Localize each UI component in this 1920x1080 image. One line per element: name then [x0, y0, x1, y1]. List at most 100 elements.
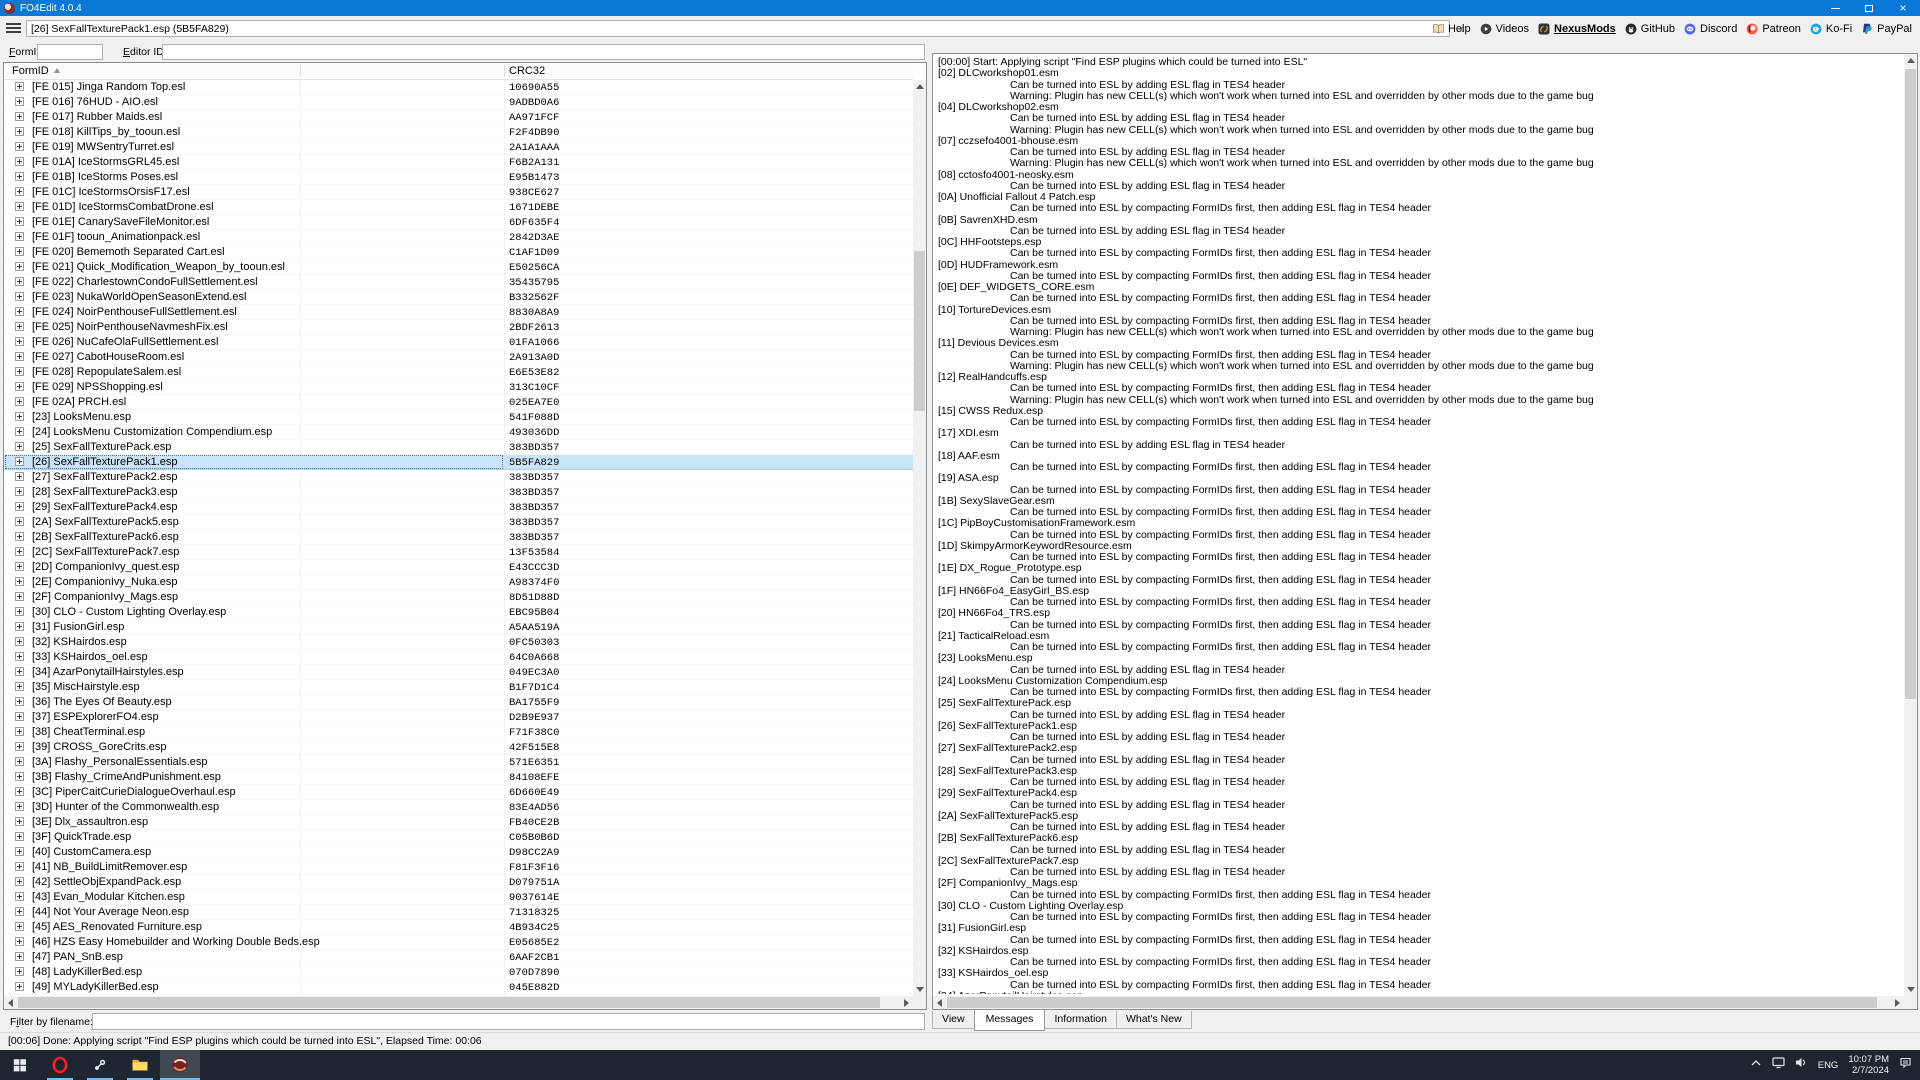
taskbar-app-fo4edit[interactable] [160, 1050, 200, 1080]
expand-plus-icon[interactable] [15, 682, 24, 691]
tab-view[interactable]: View [932, 1011, 975, 1029]
link-paypal[interactable]: PayPal [1861, 23, 1912, 36]
expand-plus-icon[interactable] [15, 382, 24, 391]
tree-row[interactable]: [FE 029] NPSShopping.esl313C10CF [4, 380, 915, 395]
tree-row[interactable]: [40] CustomCamera.espD98CC2A9 [4, 845, 915, 860]
tree-row[interactable]: [FE 026] NuCafeOlaFullSettlement.esl01FA… [4, 335, 915, 350]
expand-plus-icon[interactable] [15, 952, 24, 961]
expand-plus-icon[interactable] [15, 142, 24, 151]
tree-row[interactable]: [34] AzarPonytailHairstyles.esp049EC3A0 [4, 665, 915, 680]
tree-row[interactable]: [2D] CompanionIvy_quest.espE43CCC3D [4, 560, 915, 575]
expand-plus-icon[interactable] [15, 352, 24, 361]
expand-plus-icon[interactable] [15, 847, 24, 856]
scrollbar-thumb[interactable] [947, 997, 1877, 1008]
tree-row[interactable]: [FE 019] MWSentryTurret.esl2A1A1AAA [4, 140, 915, 155]
display-tray-button[interactable] [1772, 1056, 1785, 1074]
tree-row[interactable]: [FE 01C] IceStormsOrsisF17.esl938CE627 [4, 185, 915, 200]
expand-plus-icon[interactable] [15, 472, 24, 481]
expand-plus-icon[interactable] [15, 442, 24, 451]
expand-plus-icon[interactable] [15, 742, 24, 751]
expand-plus-icon[interactable] [15, 712, 24, 721]
scrollbar-thumb[interactable] [18, 997, 880, 1008]
tree-row[interactable]: [24] LooksMenu Customization Compendium.… [4, 425, 915, 440]
expand-plus-icon[interactable] [15, 262, 24, 271]
expand-plus-icon[interactable] [15, 112, 24, 121]
expand-plus-icon[interactable] [15, 157, 24, 166]
tree-row[interactable]: [33] KSHairdos_oel.esp64C0A668 [4, 650, 915, 665]
tree-row[interactable]: [39] CROSS_GoreCrits.esp42F515E8 [4, 740, 915, 755]
tree-row[interactable]: [2A] SexFallTexturePack5.esp383BD357 [4, 515, 915, 530]
tree-row[interactable]: [41] NB_BuildLimitRemover.espF81F3F16 [4, 860, 915, 875]
tree-row[interactable]: [3E] Dlx_assaultron.espFB40CE2B [4, 815, 915, 830]
language-indicator[interactable]: ENG [1818, 1060, 1839, 1071]
tree-row[interactable]: [25] SexFallTexturePack.esp383BD357 [4, 440, 915, 455]
tree-row[interactable]: [49] MYLadyKillerBed.esp045E882D [4, 980, 915, 995]
notification-center-button[interactable] [1899, 1056, 1912, 1074]
tree-row[interactable]: [FE 02A] PRCH.esl025EA7E0 [4, 395, 915, 410]
expand-plus-icon[interactable] [15, 727, 24, 736]
tree-row-selected[interactable]: [26] SexFallTexturePack1.esp5B5FA829 [4, 455, 915, 470]
expand-plus-icon[interactable] [15, 172, 24, 181]
tree-row[interactable]: [FE 024] NoirPenthouseFullSettlement.esl… [4, 305, 915, 320]
tree-row[interactable]: [FE 027] CabotHouseRoom.esl2A913A0D [4, 350, 915, 365]
expand-plus-icon[interactable] [15, 367, 24, 376]
tree-row[interactable]: [FE 016] 76HUD - AIO.esl9ADBD0A6 [4, 95, 915, 110]
tree-row[interactable]: [3F] QuickTrade.espC05B0B6D [4, 830, 915, 845]
tree-horizontal-scrollbar[interactable] [4, 996, 913, 1009]
expand-plus-icon[interactable] [15, 547, 24, 556]
formid-input[interactable] [37, 44, 103, 60]
tree-row[interactable]: [FE 01B] IceStorms Poses.eslE95B1473 [4, 170, 915, 185]
scroll-down-button[interactable] [1904, 983, 1917, 996]
tab-messages[interactable]: Messages [974, 1010, 1046, 1031]
link-patreon[interactable]: Patreon [1746, 23, 1801, 36]
tree-row[interactable]: [FE 022] CharlestownCondoFullSettlement.… [4, 275, 915, 290]
expand-plus-icon[interactable] [15, 247, 24, 256]
tree-row[interactable]: [3B] Flashy_CrimeAndPunishment.esp84108E… [4, 770, 915, 785]
tree-row[interactable]: [42] SettleObjExpandPack.espD079751A [4, 875, 915, 890]
expand-plus-icon[interactable] [15, 922, 24, 931]
tree-row[interactable]: [FE 01D] IceStormsCombatDrone.esl1671DEB… [4, 200, 915, 215]
tree-row[interactable]: [37] ESPExplorerFO4.espD2B9E937 [4, 710, 915, 725]
tree-row[interactable]: [2F] CompanionIvy_Mags.esp8D51D88D [4, 590, 915, 605]
expand-plus-icon[interactable] [15, 397, 24, 406]
expand-plus-icon[interactable] [15, 532, 24, 541]
scrollbar-thumb[interactable] [1905, 69, 1916, 699]
record-path-input[interactable] [26, 20, 1450, 37]
tree-row[interactable]: [FE 021] Quick_Modification_Weapon_by_to… [4, 260, 915, 275]
expand-plus-icon[interactable] [15, 202, 24, 211]
expand-plus-icon[interactable] [15, 277, 24, 286]
tree-row[interactable]: [FE 015] Jinga Random Top.esl10690A55 [4, 80, 915, 95]
expand-plus-icon[interactable] [15, 937, 24, 946]
expand-plus-icon[interactable] [15, 832, 24, 841]
expand-plus-icon[interactable] [15, 517, 24, 526]
column-header-crc32[interactable]: CRC32 [509, 65, 545, 77]
expand-plus-icon[interactable] [15, 127, 24, 136]
tree-row[interactable]: [32] KSHairdos.esp0FC50303 [4, 635, 915, 650]
tree-row[interactable]: [28] SexFallTexturePack3.esp383BD357 [4, 485, 915, 500]
tree-row[interactable]: [36] The Eyes Of Beauty.espBA1755F9 [4, 695, 915, 710]
link-videos[interactable]: Videos [1480, 23, 1529, 36]
expand-plus-icon[interactable] [15, 862, 24, 871]
tree-row[interactable]: [35] MiscHairstyle.espB1F7D1C4 [4, 680, 915, 695]
expand-plus-icon[interactable] [15, 892, 24, 901]
expand-plus-icon[interactable] [15, 292, 24, 301]
filter-input[interactable] [92, 1013, 925, 1030]
scroll-up-button[interactable] [1904, 54, 1917, 67]
expand-plus-icon[interactable] [15, 592, 24, 601]
expand-plus-icon[interactable] [15, 82, 24, 91]
expand-plus-icon[interactable] [15, 652, 24, 661]
tree-row[interactable]: [30] CLO - Custom Lighting Overlay.espEB… [4, 605, 915, 620]
tree-row[interactable]: [FE 023] NukaWorldOpenSeasonExtend.eslB3… [4, 290, 915, 305]
tree-row[interactable]: [3C] PiperCaitCurieDialogueOverhaul.esp6… [4, 785, 915, 800]
expand-plus-icon[interactable] [15, 412, 24, 421]
expand-plus-icon[interactable] [15, 607, 24, 616]
expand-plus-icon[interactable] [15, 307, 24, 316]
messages-vertical-scrollbar[interactable] [1904, 54, 1917, 996]
minimize-button[interactable] [1818, 0, 1852, 16]
tree-row[interactable]: [44] Not Your Average Neon.esp71318325 [4, 905, 915, 920]
tree-row[interactable]: [45] AES_Renovated Furniture.esp4B934C25 [4, 920, 915, 935]
tree-row[interactable]: [FE 01E] CanarySaveFileMonitor.esl6DF635… [4, 215, 915, 230]
tree-row[interactable]: [31] FusionGirl.espA5AA519A [4, 620, 915, 635]
expand-plus-icon[interactable] [15, 577, 24, 586]
scroll-up-button[interactable] [913, 80, 926, 93]
